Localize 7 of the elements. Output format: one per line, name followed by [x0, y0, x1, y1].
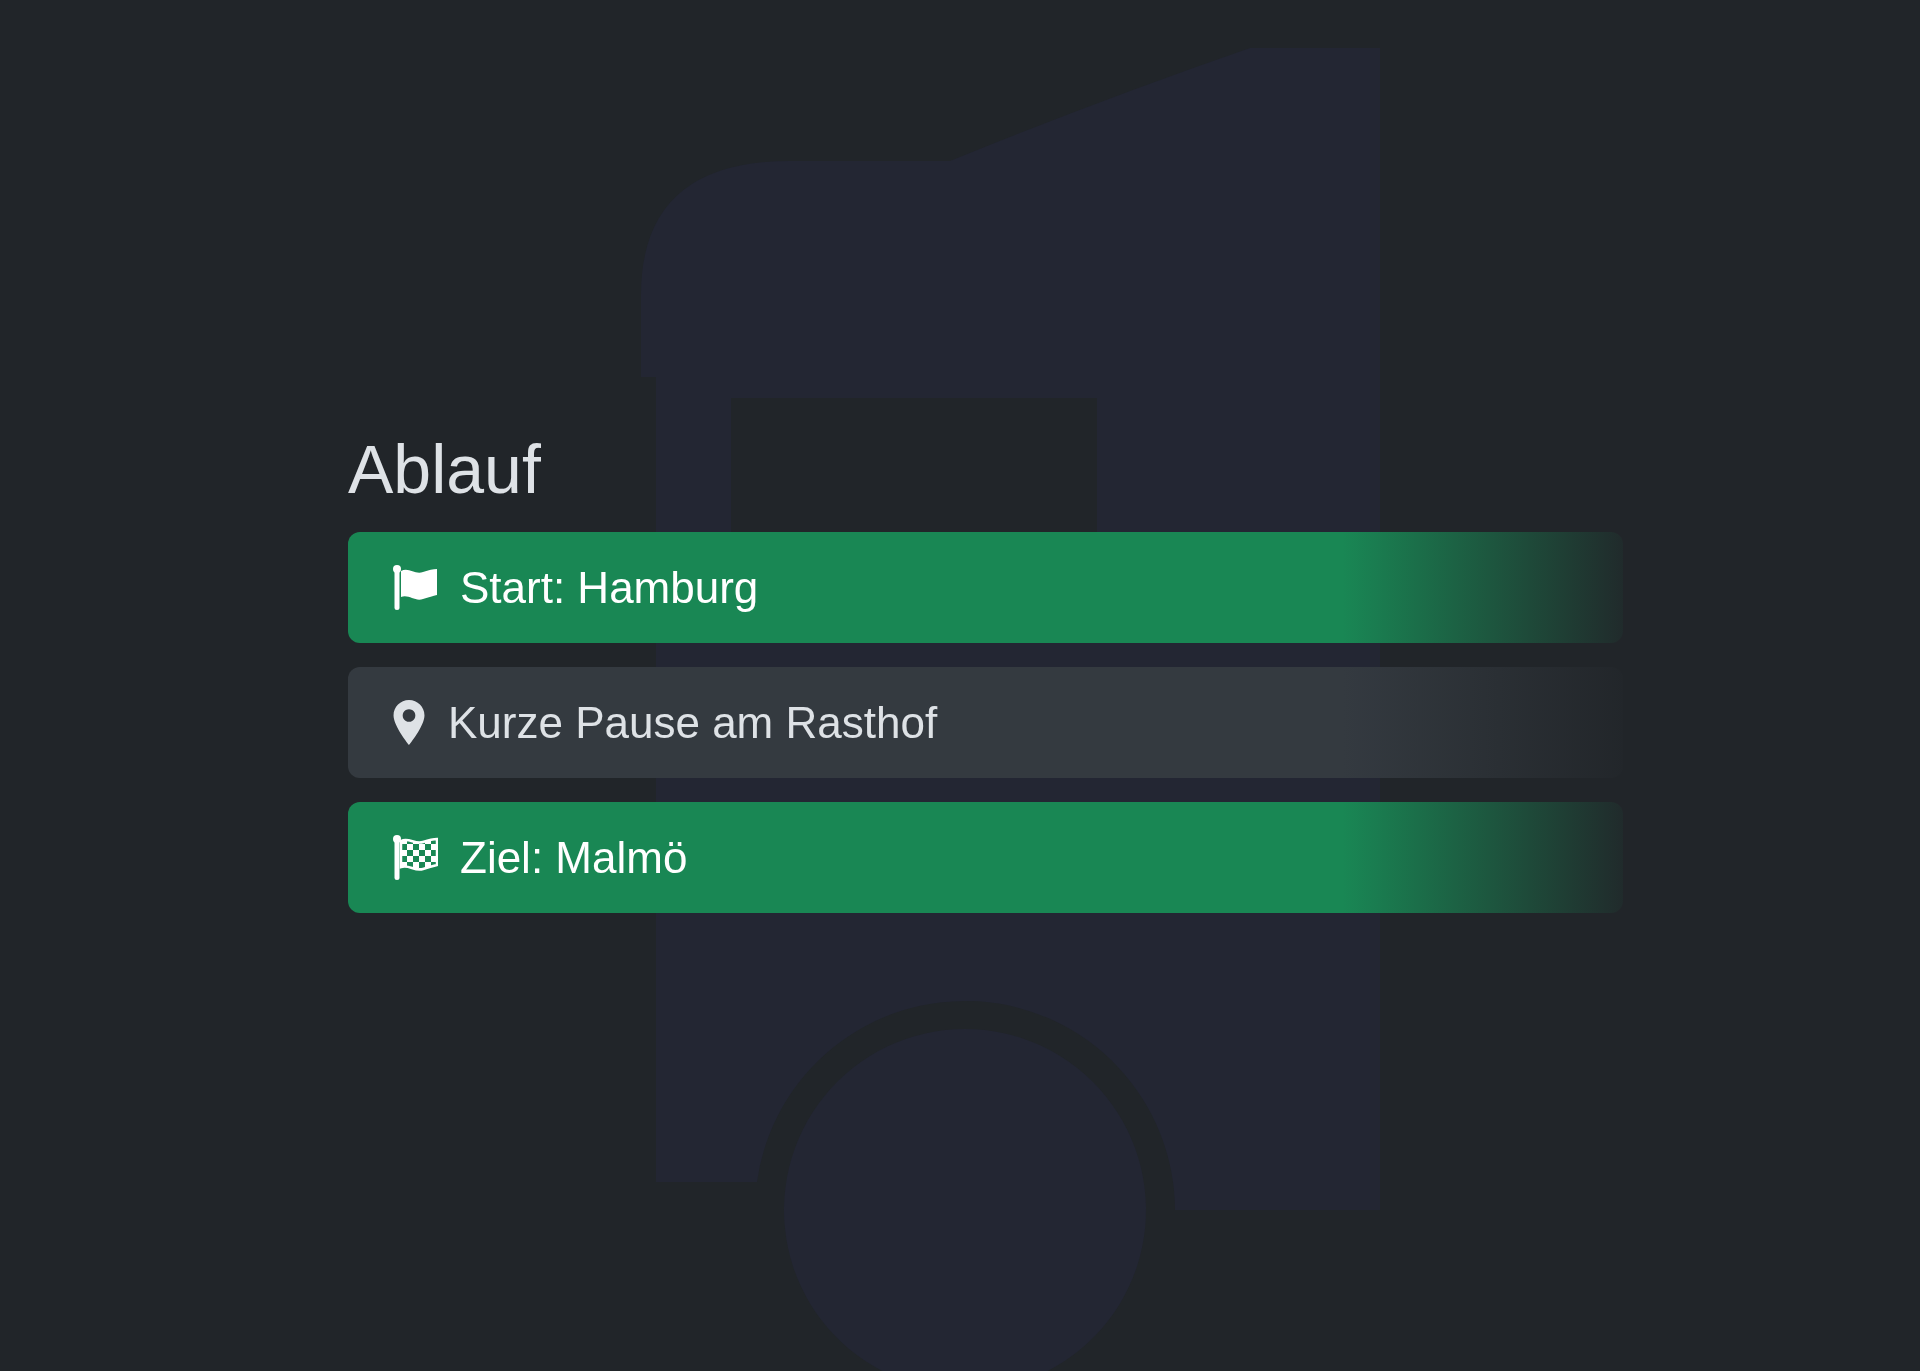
flag-icon [392, 565, 438, 610]
step-label: Ziel: Malmö [460, 831, 688, 884]
step-label: Kurze Pause am Rasthof [448, 696, 938, 749]
section-heading: Ablauf [348, 430, 541, 508]
map-pin-icon [392, 700, 426, 745]
checkered-flag-icon [392, 835, 438, 880]
step-label: Start: Hamburg [460, 561, 759, 614]
